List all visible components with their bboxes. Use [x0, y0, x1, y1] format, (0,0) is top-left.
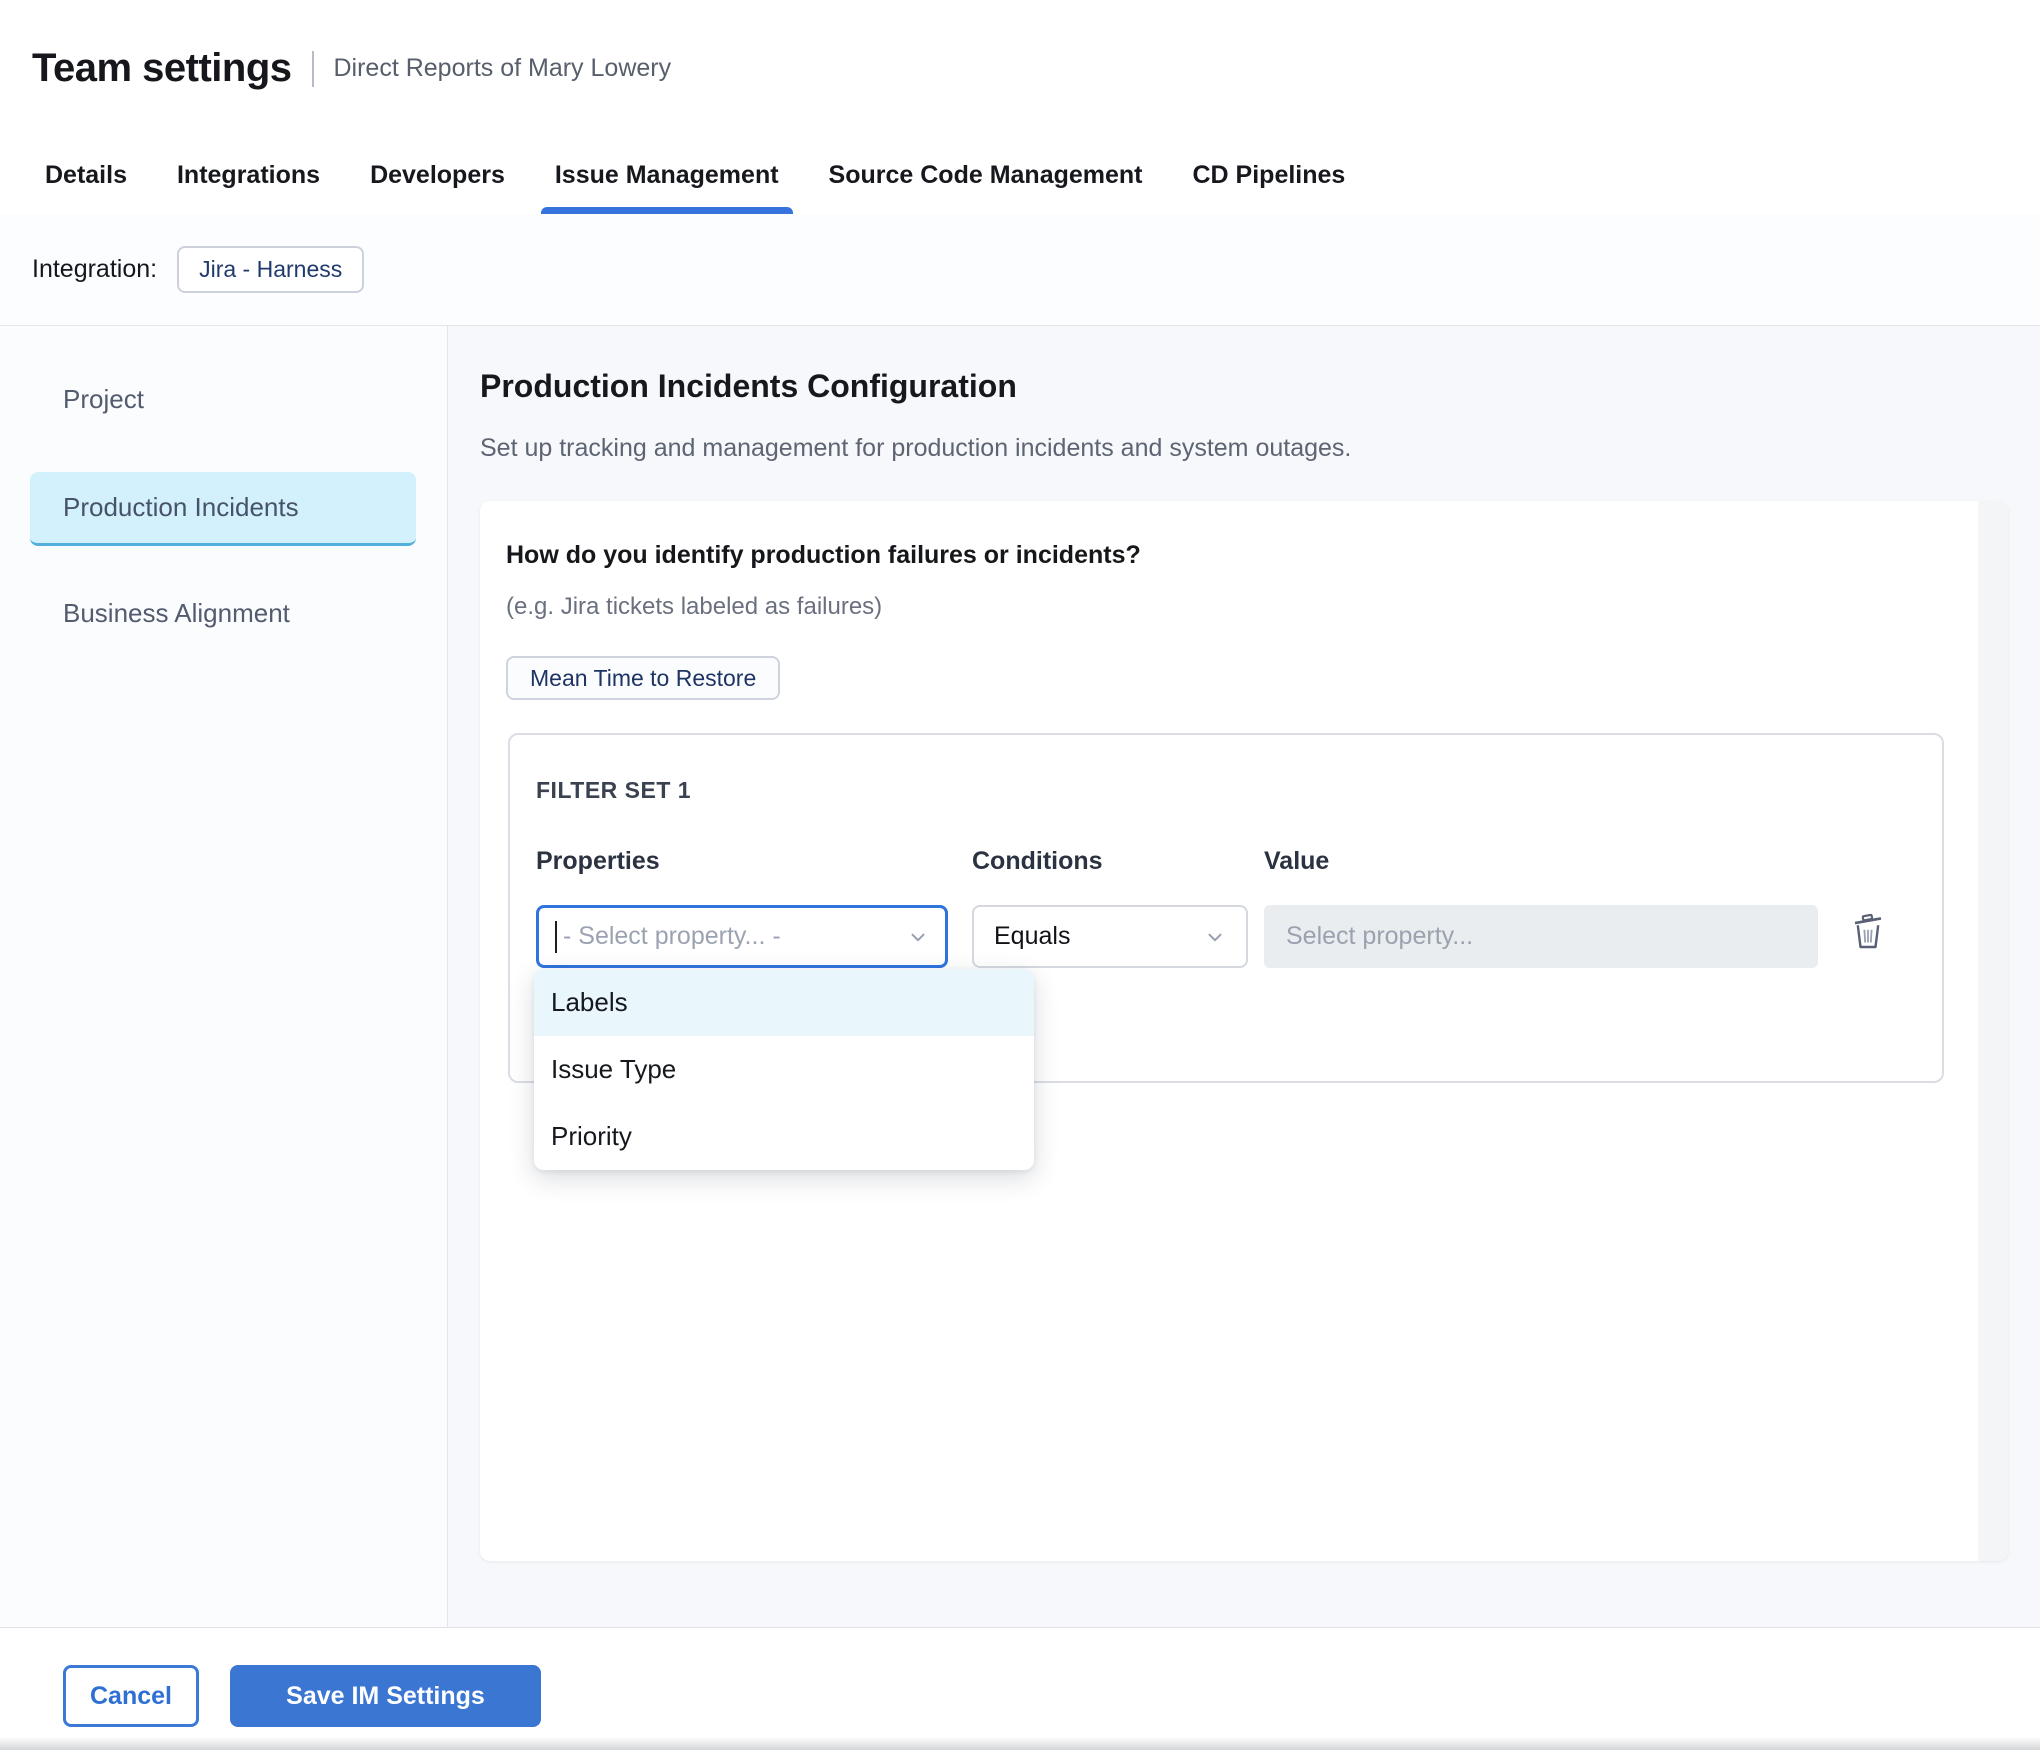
sidebar-item-production-incidents[interactable]: Production Incidents — [30, 472, 416, 546]
tab-details[interactable]: Details — [45, 137, 127, 214]
section-title: Production Incidents Configuration — [480, 368, 1017, 405]
tab-cd-pipelines[interactable]: CD Pipelines — [1193, 137, 1346, 214]
value-input[interactable] — [1264, 905, 1818, 968]
text-cursor — [555, 921, 557, 953]
dropdown-option-issue-type[interactable]: Issue Type — [534, 1036, 1034, 1103]
incidents-config-card: How do you identify production failures … — [480, 501, 2008, 1561]
property-dropdown-menu: Labels Issue Type Priority — [534, 969, 1034, 1170]
tab-issue-management[interactable]: Issue Management — [555, 137, 779, 214]
dropdown-option-labels[interactable]: Labels — [534, 969, 1034, 1036]
question-hint: (e.g. Jira tickets labeled as failures) — [506, 593, 882, 621]
tab-source-code-management[interactable]: Source Code Management — [829, 137, 1143, 214]
page-title: Team settings — [32, 46, 292, 91]
section-subtitle: Set up tracking and management for produ… — [480, 434, 1351, 463]
cancel-button[interactable]: Cancel — [63, 1665, 199, 1727]
delete-filter-button[interactable] — [1846, 905, 1890, 961]
action-footer: Cancel Save IM Settings — [0, 1627, 2040, 1750]
settings-sidebar: Project Production Incidents Business Al… — [0, 326, 448, 1627]
column-label-conditions: Conditions — [972, 847, 1103, 876]
team-settings-page: Team settings Direct Reports of Mary Low… — [0, 0, 2040, 1750]
integration-bar: Integration: Jira - Harness — [0, 214, 2040, 326]
condition-select[interactable]: Equals — [972, 905, 1248, 968]
integration-chip[interactable]: Jira - Harness — [177, 246, 364, 293]
tab-integrations[interactable]: Integrations — [177, 137, 320, 214]
chevron-down-icon — [1204, 926, 1226, 948]
dropdown-option-priority[interactable]: Priority — [534, 1103, 1034, 1170]
integration-label: Integration: — [32, 255, 157, 284]
property-select-placeholder: - Select property... - — [563, 922, 781, 951]
main-panel: Production Incidents Configuration Set u… — [449, 326, 2040, 1627]
chevron-down-icon — [907, 926, 929, 948]
sidebar-item-project[interactable]: Project — [63, 384, 144, 415]
condition-select-value: Equals — [994, 922, 1070, 951]
card-scrollbar-track[interactable] — [1978, 501, 2008, 1561]
metric-tab-mean-time-to-restore[interactable]: Mean Time to Restore — [506, 656, 780, 700]
sidebar-item-business-alignment[interactable]: Business Alignment — [63, 598, 290, 629]
tab-developers[interactable]: Developers — [370, 137, 505, 214]
page-header: Team settings Direct Reports of Mary Low… — [0, 0, 2040, 137]
column-label-value: Value — [1264, 847, 1329, 876]
sidebar-item-label: Production Incidents — [63, 492, 299, 523]
property-select[interactable]: - Select property... - — [536, 905, 948, 968]
content-area: Project Production Incidents Business Al… — [0, 326, 2040, 1627]
save-im-settings-button[interactable]: Save IM Settings — [230, 1665, 541, 1727]
trash-icon — [1850, 910, 1886, 957]
title-divider — [312, 51, 314, 87]
question-heading: How do you identify production failures … — [506, 541, 1141, 570]
filter-set-title: FILTER SET 1 — [536, 777, 691, 804]
page-subtitle: Direct Reports of Mary Lowery — [334, 54, 672, 83]
settings-tabbar: Details Integrations Developers Issue Ma… — [0, 137, 2040, 214]
column-label-properties: Properties — [536, 847, 660, 876]
